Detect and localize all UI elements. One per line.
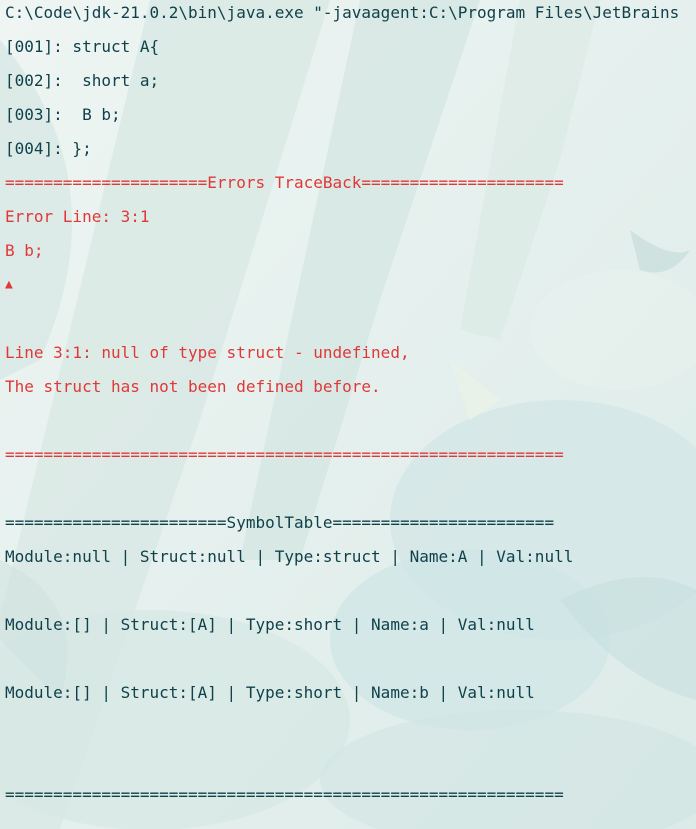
symbol-entry-A: Module:null | Struct:null | Type:struct … bbox=[5, 547, 574, 566]
java-command-line: C:\Code\jdk-21.0.2\bin\java.exe "-javaag… bbox=[5, 3, 680, 22]
error-message-line-1: Line 3:1: null of type struct - undefine… bbox=[5, 343, 410, 362]
error-code-snippet: B b; bbox=[5, 241, 44, 260]
source-line-2: [002]: short a; bbox=[5, 71, 160, 90]
error-line-location: Error Line: 3:1 bbox=[5, 207, 150, 226]
symbol-entry-a: Module:[] | Struct:[A] | Type:short | Na… bbox=[5, 615, 535, 634]
error-traceback-header: =====================Errors TraceBack===… bbox=[5, 173, 564, 192]
source-line-1: [001]: struct A{ bbox=[5, 37, 160, 56]
symbol-table-header: =======================SymbolTable======… bbox=[5, 513, 555, 532]
error-position-marker: ▲ bbox=[5, 277, 13, 292]
console-output: C:\Code\jdk-21.0.2\bin\java.exe "-javaag… bbox=[0, 0, 696, 829]
source-line-3: [003]: B b; bbox=[5, 105, 121, 124]
symbol-entry-b: Module:[] | Struct:[A] | Type:short | Na… bbox=[5, 683, 535, 702]
error-traceback-footer: ========================================… bbox=[5, 445, 564, 464]
symbol-table-footer: ========================================… bbox=[5, 785, 564, 804]
source-line-4: [004]: }; bbox=[5, 139, 92, 158]
error-message-line-2: The struct has not been defined before. bbox=[5, 377, 381, 396]
